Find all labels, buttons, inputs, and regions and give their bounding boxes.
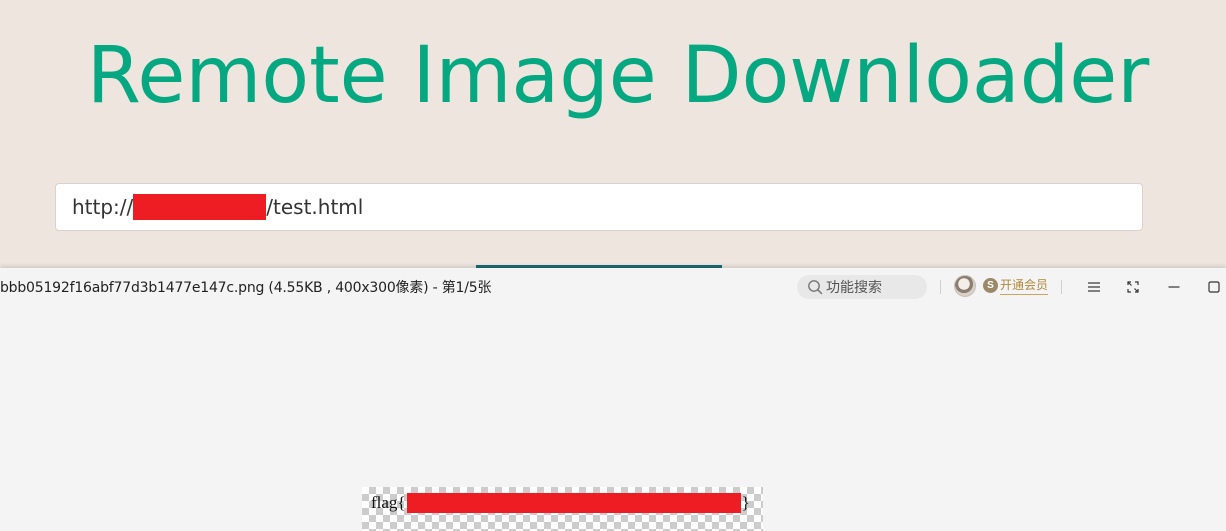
flag-redaction (406, 493, 741, 513)
maximize-icon (1208, 281, 1220, 293)
flag-text: flag{ } (371, 493, 750, 513)
flag-suffix: } (741, 493, 750, 512)
search-icon (808, 280, 823, 295)
minimize-button[interactable] (1163, 276, 1185, 298)
fullscreen-icon (1127, 281, 1139, 293)
flag-prefix: flag{ (371, 493, 406, 512)
avatar[interactable] (954, 275, 976, 297)
image-viewer-window: bbb05192f16abf77d3b1477e147c.png (4.55KB… (0, 268, 1226, 531)
divider (940, 280, 941, 294)
minimize-icon (1168, 286, 1180, 288)
url-input[interactable]: http:// /test.html (55, 183, 1143, 231)
web-page: Remote Image Downloader http:// /test.ht… (0, 0, 1226, 268)
divider (1061, 280, 1062, 294)
page-title: Remote Image Downloader (86, 31, 1150, 121)
maximize-button[interactable] (1203, 276, 1225, 298)
url-prefix: http:// (72, 195, 134, 219)
menu-icon (1088, 282, 1100, 292)
vip-badge-icon: S (983, 278, 998, 293)
fullscreen-button[interactable] (1122, 276, 1144, 298)
search-placeholder: 功能搜索 (826, 279, 882, 295)
menu-button[interactable] (1083, 276, 1105, 298)
url-suffix: /test.html (266, 195, 364, 219)
vip-label: 开通会员 (1000, 276, 1049, 295)
viewer-titlebar[interactable]: bbb05192f16abf77d3b1477e147c.png (4.55KB… (0, 268, 1226, 306)
feature-search-box[interactable]: 功能搜索 (797, 275, 927, 299)
file-info: bbb05192f16abf77d3b1477e147c.png (4.55KB… (0, 280, 492, 296)
vip-button[interactable]: S 开通会员 (983, 276, 1049, 295)
url-redaction (133, 194, 267, 220)
displayed-image: flag{ } (362, 487, 763, 531)
